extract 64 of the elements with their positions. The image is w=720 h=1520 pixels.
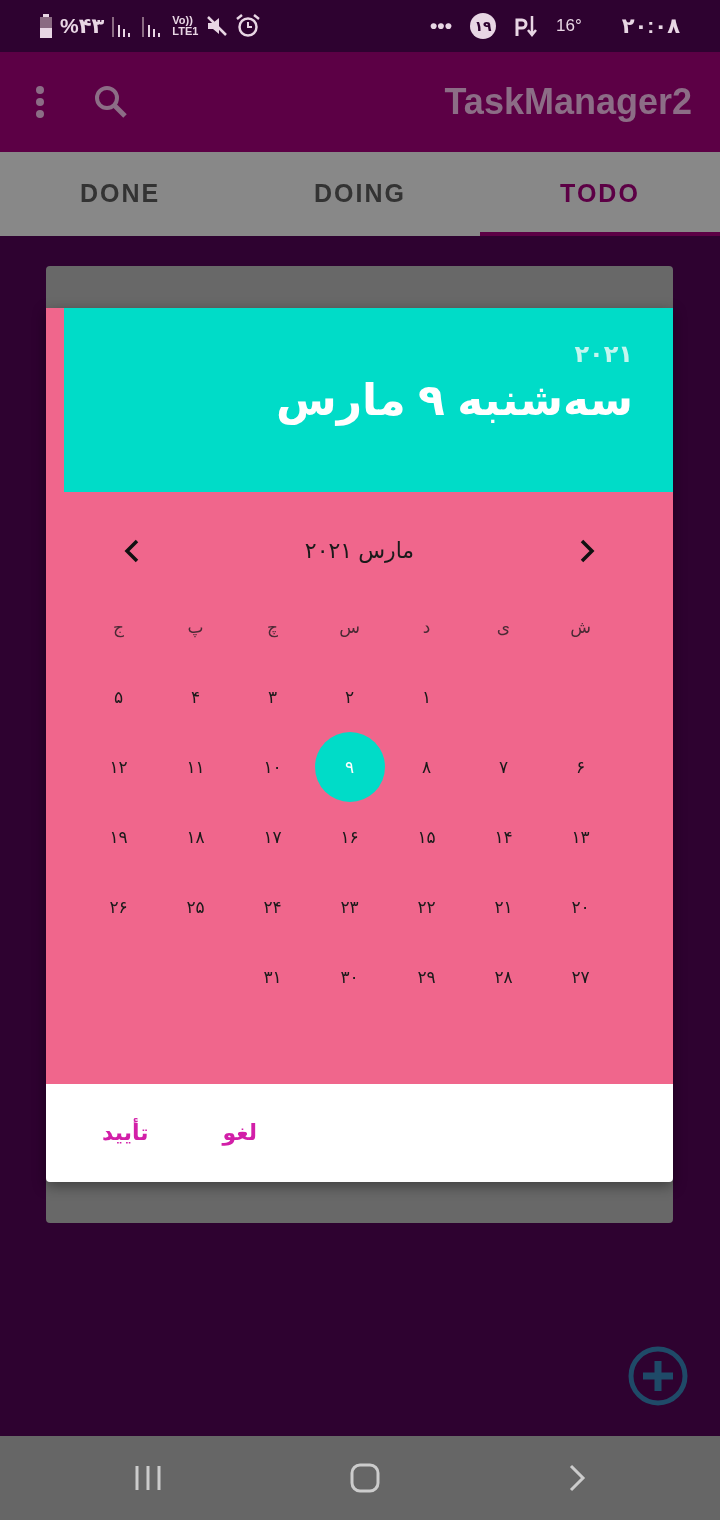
tab[interactable]: DONE — [0, 152, 240, 236]
calendar-day[interactable]: ۱۴ — [468, 802, 539, 872]
app-title: TaskManager2 — [444, 81, 692, 123]
notification-badge: ۱۹ — [470, 13, 496, 39]
calendar-day[interactable]: ۳ — [237, 662, 308, 732]
calendar-day[interactable]: ۲۶ — [83, 872, 154, 942]
volte-label: Vo)) — [172, 15, 193, 26]
chevron-right-icon — [568, 1464, 586, 1492]
tab[interactable]: TODO — [480, 152, 720, 236]
calendar-day[interactable]: ۱۲ — [83, 732, 154, 802]
weekday-label: د — [422, 616, 431, 639]
calendar-day[interactable]: ۱۹ — [83, 802, 154, 872]
chevron-right-icon — [579, 539, 595, 563]
weekday-label: ج — [113, 616, 124, 640]
calendar-day[interactable]: ۱۶ — [314, 802, 385, 872]
mute-icon — [206, 15, 229, 37]
calendar-day[interactable]: ۲۵ — [160, 872, 231, 942]
alarm-icon — [236, 14, 261, 38]
battery-percent: %۴۳ — [60, 14, 105, 38]
calendar-day[interactable]: ۵ — [83, 662, 154, 732]
calendar-day[interactable]: ۲۸ — [468, 942, 539, 1012]
calendar-day[interactable]: ۱۵ — [391, 802, 462, 872]
calendar-day[interactable]: ۱ — [391, 662, 462, 732]
calendar-day[interactable]: ۱۱ — [160, 732, 231, 802]
calendar-day[interactable]: ۲۰ — [545, 872, 616, 942]
selected-date: سه‌شنبه ۹ مارس — [276, 374, 633, 427]
month-label: مارس ۲۰۲۱ — [304, 538, 415, 564]
calendar-day[interactable]: ۴ — [160, 662, 231, 732]
calendar-day[interactable]: ۲۲ — [391, 872, 462, 942]
calendar-day[interactable]: ۱۷ — [237, 802, 308, 872]
temperature: 16° — [556, 16, 582, 36]
calendar-day[interactable]: ۲۳ — [314, 872, 385, 942]
calendar-day[interactable]: ۷ — [468, 732, 539, 802]
battery-icon — [40, 14, 52, 38]
calendar-day[interactable]: ۲۱ — [468, 872, 539, 942]
calendar-day[interactable]: ۶ — [545, 732, 616, 802]
dialog-button[interactable]: لغو — [220, 1116, 259, 1150]
weekday-label: س — [339, 616, 360, 639]
tab[interactable]: DOING — [240, 152, 480, 236]
calendar-day[interactable]: ۱۸ — [160, 802, 231, 872]
download-icon — [514, 14, 538, 38]
more-dots: ••• — [429, 14, 452, 38]
more-vertical-icon — [34, 85, 46, 119]
weekday-label: ی — [496, 616, 511, 639]
weekday-label: پ — [187, 616, 204, 640]
weekday-label: چ — [267, 616, 278, 640]
calendar-day[interactable]: ۱۳ — [545, 802, 616, 872]
calendar-day[interactable]: ۱۰ — [237, 732, 308, 802]
calendar-day[interactable]: ۳۱ — [237, 942, 308, 1012]
calendar-day[interactable]: ۲۷ — [545, 942, 616, 1012]
rounded-square-icon — [350, 1463, 380, 1493]
add-button[interactable] — [628, 1346, 688, 1406]
chevron-left-icon — [124, 539, 140, 563]
dialog-button[interactable]: تأیید — [100, 1116, 151, 1150]
calendar-day[interactable]: ۳۰ — [314, 942, 385, 1012]
weekday-label: ش — [570, 616, 591, 639]
calendar-day[interactable]: ۲ — [314, 662, 385, 732]
search-icon — [94, 85, 128, 119]
clock-time: ۲۰:۰۸ — [621, 14, 680, 38]
lte-label: LTE1 — [172, 26, 199, 37]
calendar-day[interactable]: ۸ — [391, 732, 462, 802]
calendar-day[interactable]: ۲۴ — [237, 872, 308, 942]
three-bars-icon — [134, 1465, 162, 1491]
calendar-day[interactable]: ۲۹ — [391, 942, 462, 1012]
